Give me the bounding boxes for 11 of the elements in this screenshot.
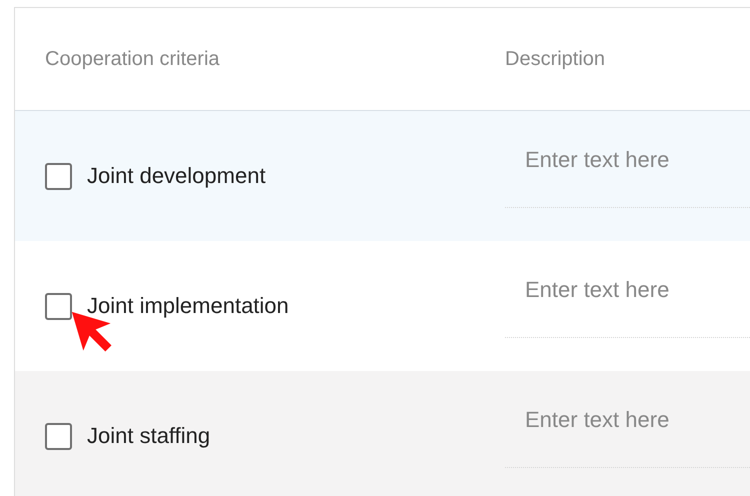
description-field[interactable]: Enter text here <box>505 401 750 468</box>
description-field[interactable]: Enter text here <box>505 141 750 208</box>
description-field[interactable]: Enter text here <box>505 271 750 338</box>
criterion-label: Joint implementation <box>87 293 289 319</box>
checkbox[interactable] <box>45 422 72 450</box>
column-header: Description <box>505 48 606 70</box>
criterion-label: Joint staffing <box>87 423 210 449</box>
checkbox[interactable] <box>45 292 72 320</box>
column-header: Cooperation criteria <box>45 48 220 70</box>
criterion-label: Joint development <box>87 163 266 189</box>
checkbox[interactable] <box>45 162 72 190</box>
